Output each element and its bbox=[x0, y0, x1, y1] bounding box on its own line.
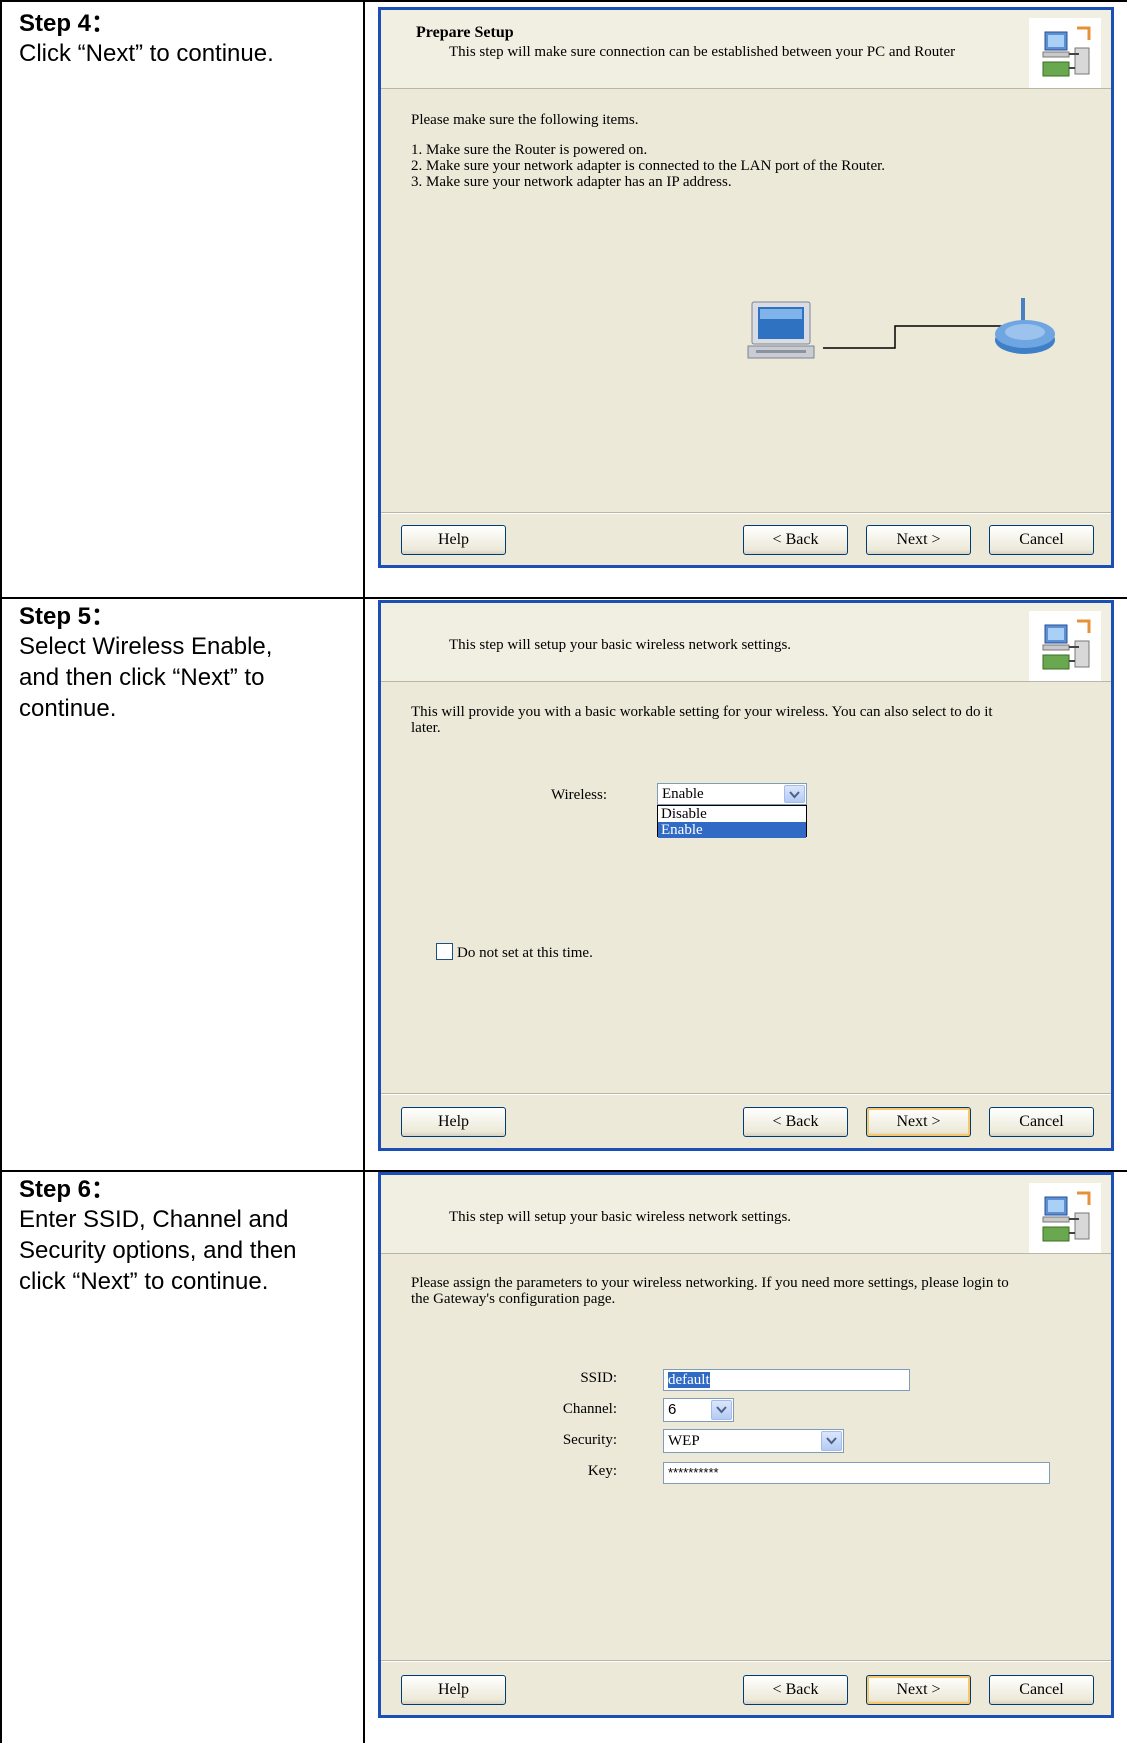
back-button[interactable]: < Back bbox=[743, 525, 848, 555]
step-5-instructions: Step 5： Select Wireless Enable, and then… bbox=[19, 603, 349, 724]
chevron-down-icon[interactable] bbox=[784, 785, 805, 803]
step-title: Step 4： bbox=[19, 10, 116, 37]
table-border-left bbox=[0, 0, 2, 1743]
key-value: ********** bbox=[668, 1465, 719, 1480]
chevron-down-icon[interactable] bbox=[711, 1400, 732, 1420]
channel-label: Channel: bbox=[562, 1401, 617, 1417]
dialog-header: This step will setup your basic wireless… bbox=[381, 603, 1111, 682]
wireless-select-value: Enable bbox=[662, 786, 704, 802]
step-title: Step 5： bbox=[19, 603, 116, 630]
step-description: and then click “Next” to bbox=[19, 664, 265, 691]
wireless-label: Wireless: bbox=[550, 787, 607, 803]
cancel-button[interactable]: Cancel bbox=[989, 1107, 1094, 1137]
security-value: WEP bbox=[668, 1433, 700, 1449]
help-button[interactable]: Help bbox=[401, 1107, 506, 1137]
next-button[interactable]: Next > bbox=[866, 1675, 971, 1705]
help-button[interactable]: Help bbox=[401, 1675, 506, 1705]
security-label: Security: bbox=[562, 1432, 617, 1448]
step-title: Step 6： bbox=[19, 1176, 116, 1203]
network-cable bbox=[823, 322, 1003, 352]
router-icon bbox=[991, 296, 1059, 366]
step-description: click “Next” to continue. bbox=[19, 1268, 269, 1295]
checkbox-label: Do not set at this time. bbox=[457, 945, 593, 961]
channel-select[interactable]: 6 bbox=[663, 1398, 734, 1422]
table-border-top bbox=[0, 0, 1127, 2]
intro-text: Please make sure the following items. bbox=[411, 112, 639, 128]
key-label: Key: bbox=[587, 1463, 617, 1479]
key-input[interactable]: ********** bbox=[663, 1462, 1050, 1484]
intro-text: the Gateway's configuration page. bbox=[411, 1291, 616, 1307]
channel-value: 6 bbox=[668, 1401, 677, 1418]
network-setup-icon bbox=[1029, 18, 1101, 88]
dialog-header: This step will setup your basic wireless… bbox=[381, 1175, 1111, 1254]
intro-text: later. bbox=[411, 720, 441, 736]
header-subtitle: This step will make sure connection can … bbox=[449, 44, 956, 60]
step-description: Select Wireless Enable, bbox=[19, 633, 273, 660]
table-divider-1 bbox=[0, 597, 1127, 599]
help-button[interactable]: Help bbox=[401, 525, 506, 555]
computer-icon bbox=[746, 300, 818, 364]
table-column-divider bbox=[363, 0, 365, 1743]
next-button[interactable]: Next > bbox=[866, 1107, 971, 1137]
dropdown-option-enable[interactable]: Enable bbox=[658, 822, 806, 838]
back-button[interactable]: < Back bbox=[743, 1107, 848, 1137]
do-not-set-checkbox[interactable] bbox=[436, 943, 453, 960]
ssid-value: default bbox=[668, 1372, 710, 1388]
next-button[interactable]: Next > bbox=[866, 525, 971, 555]
footer-separator bbox=[381, 513, 1111, 514]
wireless-settings-dialog: This step will setup your basic wireless… bbox=[378, 1172, 1114, 1718]
header-subtitle: This step will setup your basic wireless… bbox=[449, 637, 792, 653]
step-4-instructions: Step 4： Click “Next” to continue. bbox=[19, 10, 349, 69]
network-setup-icon bbox=[1029, 1183, 1101, 1253]
header-subtitle: This step will setup your basic wireless… bbox=[449, 1209, 792, 1225]
header-title: Prepare Setup bbox=[416, 24, 514, 41]
back-button[interactable]: < Back bbox=[743, 1675, 848, 1705]
dropdown-option-disable[interactable]: Disable bbox=[658, 806, 806, 822]
step-description: Click “Next” to continue. bbox=[19, 40, 274, 67]
network-setup-icon bbox=[1029, 611, 1101, 681]
cancel-button[interactable]: Cancel bbox=[989, 525, 1094, 555]
wireless-dropdown-list: Disable Enable bbox=[657, 805, 807, 838]
cancel-button[interactable]: Cancel bbox=[989, 1675, 1094, 1705]
ssid-input[interactable]: default bbox=[663, 1369, 910, 1391]
wireless-enable-dialog: This step will setup your basic wireless… bbox=[378, 600, 1114, 1151]
prepare-setup-dialog: Prepare Setup This step will make sure c… bbox=[378, 7, 1114, 568]
checklist-item: 1. Make sure the Router is powered on. bbox=[411, 142, 648, 158]
ssid-label: SSID: bbox=[580, 1370, 617, 1386]
dialog-header: Prepare Setup This step will make sure c… bbox=[381, 10, 1111, 89]
step-6-instructions: Step 6： Enter SSID, Channel and Security… bbox=[19, 1176, 349, 1297]
step-description: continue. bbox=[19, 695, 117, 722]
wireless-select[interactable]: Enable bbox=[657, 783, 807, 805]
footer-separator bbox=[381, 1661, 1111, 1662]
step-description: Enter SSID, Channel and bbox=[19, 1206, 289, 1233]
security-select[interactable]: WEP bbox=[663, 1429, 844, 1453]
intro-text: Please assign the parameters to your wir… bbox=[411, 1275, 1009, 1291]
checklist-item: 2. Make sure your network adapter is con… bbox=[411, 158, 886, 174]
step-description: Security options, and then bbox=[19, 1237, 297, 1264]
chevron-down-icon[interactable] bbox=[821, 1431, 842, 1451]
checklist-item: 3. Make sure your network adapter has an… bbox=[411, 174, 732, 190]
intro-text: This will provide you with a basic worka… bbox=[411, 704, 993, 720]
footer-separator bbox=[381, 1094, 1111, 1095]
